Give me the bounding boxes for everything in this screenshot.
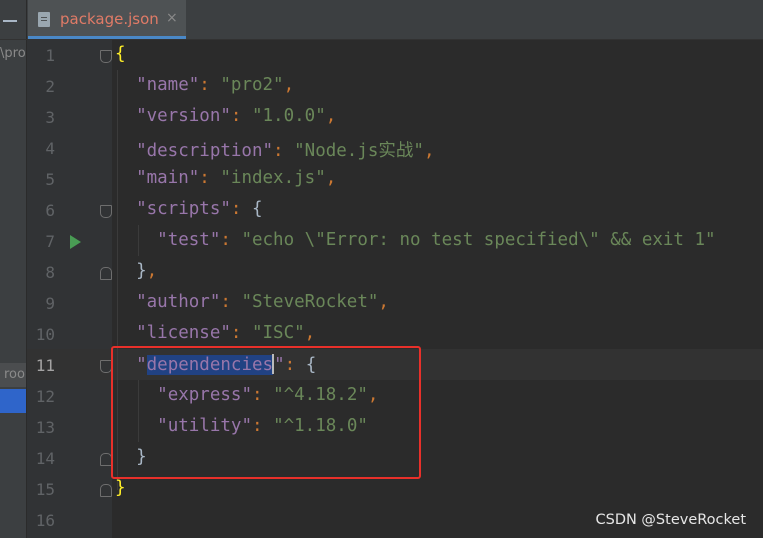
line-number: 4 bbox=[45, 139, 55, 158]
project-tree-selected-row[interactable] bbox=[0, 389, 26, 413]
annotation-highlight-box bbox=[111, 346, 421, 479]
line-number: 2 bbox=[45, 77, 55, 96]
json-key: "test" bbox=[157, 230, 221, 250]
line-number: 7 bbox=[45, 232, 55, 251]
editor-tab-bar: package.json × bbox=[0, 0, 763, 40]
json-value: "index.js" bbox=[220, 168, 326, 188]
fold-icon[interactable] bbox=[100, 267, 112, 280]
minimize-icon[interactable] bbox=[3, 20, 17, 22]
json-value: "ISC" bbox=[251, 323, 305, 343]
line-number: 5 bbox=[45, 170, 55, 189]
json-value: "1.0.0" bbox=[251, 106, 326, 126]
json-key: "scripts" bbox=[136, 199, 231, 219]
brace-open: { bbox=[115, 44, 126, 64]
code-line: 5 "main": "index.js", bbox=[27, 164, 763, 195]
watermark: CSDN @SteveRocket bbox=[595, 512, 746, 528]
line-number: 11 bbox=[35, 356, 55, 375]
line-number: 12 bbox=[35, 387, 55, 406]
json-key: "version" bbox=[136, 106, 231, 126]
json-value: "Node.js实战" bbox=[294, 141, 424, 161]
json-value: "pro2" bbox=[220, 75, 284, 95]
line-number: 1 bbox=[45, 46, 55, 65]
json-key: "description" bbox=[136, 141, 274, 161]
code-line: 6 "scripts": { bbox=[27, 195, 763, 226]
code-line: 8 }, bbox=[27, 257, 763, 288]
tab-package-json[interactable]: package.json × bbox=[28, 0, 186, 39]
line-number: 9 bbox=[45, 294, 55, 313]
code-line: 7 "test": "echo \"Error: no test specifi… bbox=[27, 226, 763, 257]
code-line: 2 "name": "pro2", bbox=[27, 71, 763, 102]
close-icon[interactable]: × bbox=[166, 10, 178, 26]
json-file-icon bbox=[38, 12, 50, 27]
json-key: "name" bbox=[136, 75, 200, 95]
fold-icon[interactable] bbox=[100, 205, 112, 218]
line-number: 3 bbox=[45, 108, 55, 127]
line-number: 6 bbox=[45, 201, 55, 220]
tool-window-header bbox=[0, 0, 27, 39]
json-value: "SteveRocket" bbox=[241, 292, 379, 312]
line-number: 10 bbox=[35, 325, 55, 344]
project-panel: \pro roo bbox=[0, 40, 26, 538]
line-number: 13 bbox=[35, 418, 55, 437]
run-icon[interactable] bbox=[70, 235, 81, 249]
project-tree-label: roo bbox=[4, 367, 25, 382]
code-line: 9 "author": "SteveRocket", bbox=[27, 288, 763, 319]
json-value: "echo \"Error: no test specified\" && ex… bbox=[241, 230, 716, 250]
line-number: 15 bbox=[35, 480, 55, 499]
code-line: 3 "version": "1.0.0", bbox=[27, 102, 763, 133]
line-number: 16 bbox=[35, 511, 55, 530]
code-line: 4 "description": "Node.js实战", bbox=[27, 133, 763, 164]
tab-label: package.json bbox=[60, 10, 159, 28]
json-key: "author" bbox=[136, 292, 221, 312]
active-tab-indicator bbox=[28, 36, 186, 39]
json-key: "license" bbox=[136, 323, 231, 343]
line-number: 8 bbox=[45, 263, 55, 282]
fold-icon[interactable] bbox=[100, 484, 112, 497]
fold-icon[interactable] bbox=[100, 50, 112, 63]
code-line: 1 { bbox=[27, 40, 763, 71]
line-number: 14 bbox=[35, 449, 55, 468]
brace-close: } bbox=[115, 478, 126, 498]
json-key: "main" bbox=[136, 168, 200, 188]
project-path-text: \pro bbox=[0, 46, 26, 61]
